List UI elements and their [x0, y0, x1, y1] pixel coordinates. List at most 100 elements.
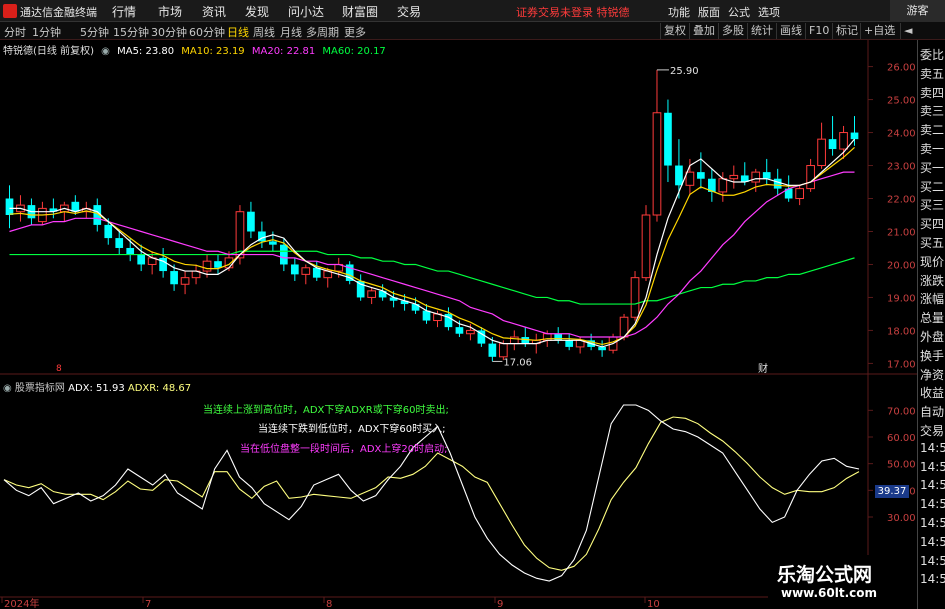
price-tick-label: 25.00: [887, 96, 916, 107]
side-panel-item: 净资: [920, 367, 945, 382]
stock-name: 特锐德(日线 前复权): [3, 46, 94, 57]
candle-body: [71, 201, 80, 212]
menu-layout[interactable]: 版面: [698, 4, 720, 20]
time-tick-label: 7: [145, 599, 151, 609]
indicator-note-sell: 当连续上涨到高位时，ADX下穿ADXR或下穿60时卖出;: [203, 405, 449, 416]
menu-trade[interactable]: 交易: [397, 3, 421, 20]
indicator-tick-label: 70.00: [887, 406, 916, 417]
multi-stock-button[interactable]: 多股: [718, 23, 747, 39]
price-tick-label: 22.00: [887, 195, 916, 206]
menu-options[interactable]: 选项: [758, 4, 780, 20]
candle-body: [697, 172, 705, 179]
price-tick-label: 24.00: [887, 129, 916, 140]
period-weekly[interactable]: 周线: [253, 24, 275, 40]
indicator-tick-label: 60.00: [887, 433, 916, 444]
period-daily[interactable]: 日线: [227, 24, 249, 40]
candle-body: [675, 165, 683, 186]
f10-button[interactable]: F10: [805, 23, 832, 39]
side-panel-item: 卖一: [920, 142, 945, 156]
side-panel-item: 14:5: [920, 572, 945, 587]
adx-current-tag: 39.37: [875, 485, 909, 498]
candle-body: [5, 198, 14, 215]
low-price-label: 17.06: [503, 357, 532, 368]
candle-body: [521, 337, 530, 344]
period-more[interactable]: 更多: [344, 24, 366, 40]
period-60min[interactable]: 60分钟: [189, 24, 225, 40]
menu-market[interactable]: 市场: [158, 3, 182, 20]
side-panel-item: 14:5: [920, 534, 945, 549]
candlestick-chart[interactable]: 26.00 25.00 24.00 23.00 22.00 21.00 20.00 19.00…: [0, 40, 917, 375]
ma-info-row: 特锐德(日线 前复权) ◉ MA5: 23.80 MA10: 23.19 MA2…: [3, 42, 390, 57]
add-watchlist-button[interactable]: +自选: [860, 23, 898, 39]
menu-formula[interactable]: 公式: [728, 4, 750, 20]
stats-button[interactable]: 统计: [747, 23, 776, 39]
candle-body: [685, 171, 695, 186]
indicator-note-buy: 当连续下跌到低位时，ADX下穿60时买入;: [258, 424, 446, 435]
time-tick-label: 9: [497, 599, 503, 609]
indicator-settings-icon[interactable]: ◉: [3, 383, 12, 394]
indicator-tick-label: 30.00: [887, 513, 916, 524]
period-15min[interactable]: 15分钟: [113, 24, 149, 40]
period-tick[interactable]: 分时: [4, 24, 26, 40]
candle-body: [652, 112, 662, 216]
candle-body: [850, 132, 859, 140]
period-monthly[interactable]: 月线: [280, 24, 302, 40]
side-panel-item: 换手: [920, 348, 945, 363]
side-panel-item: 卖二: [920, 123, 945, 138]
ma60-line: [9, 250, 855, 305]
side-panel-item: 14:5: [920, 459, 945, 474]
menu-assistant[interactable]: 问小达: [288, 3, 324, 20]
login-notice[interactable]: 证券交易未登录 特锐德: [516, 4, 630, 20]
candle-body: [664, 112, 672, 166]
price-tick-label: 26.00: [887, 63, 916, 74]
side-panel-item: 卖五: [920, 66, 945, 81]
settings-icon[interactable]: ◉: [101, 46, 110, 57]
mark-button[interactable]: 标记: [832, 23, 861, 39]
candle-body: [466, 329, 475, 335]
candle-body: [180, 277, 190, 285]
side-panel-item: 现价: [920, 254, 945, 269]
menu-wealth[interactable]: 财富圈: [342, 3, 378, 20]
candle-body: [301, 267, 311, 275]
watermark-url: www.60lt.com: [781, 586, 878, 600]
candle-body: [641, 214, 651, 279]
collapse-icon[interactable]: ◄: [900, 23, 915, 39]
candle-body: [214, 261, 222, 268]
side-panel-item: 14:5: [920, 516, 945, 530]
ma60-label: MA60: 20.17: [322, 46, 386, 57]
side-panel-item: 买五: [920, 236, 945, 250]
candle-body: [773, 178, 782, 189]
candle-body: [137, 254, 146, 265]
indicator-note-start: 当在低位盘整一段时间后，ADX上穿20时启动;: [240, 444, 448, 455]
overlay-button[interactable]: 叠加: [689, 23, 718, 39]
menu-function[interactable]: 功能: [668, 4, 690, 20]
side-panel-item: 涨幅: [920, 292, 945, 307]
guest-button[interactable]: 游客: [890, 0, 945, 22]
ma10-line: [9, 146, 855, 346]
side-panel-item: 买一: [920, 160, 945, 175]
side-panel-item: 买三: [920, 198, 945, 213]
candle-body: [817, 138, 826, 167]
candle-body: [762, 172, 771, 179]
period-multi[interactable]: 多周期: [306, 24, 339, 40]
side-panel-item: 总量: [920, 311, 945, 326]
candle-body: [806, 165, 815, 190]
menu-news[interactable]: 资讯: [202, 3, 226, 20]
candle-body: [312, 267, 321, 278]
adjust-button[interactable]: 复权: [660, 23, 689, 39]
candle-body: [795, 188, 804, 200]
side-panel-item: 14:5: [920, 497, 945, 512]
menu-discover[interactable]: 发现: [245, 3, 269, 20]
menu-quotes[interactable]: 行情: [112, 3, 136, 20]
period-5min[interactable]: 5分钟: [80, 24, 109, 40]
period-1min[interactable]: 1分钟: [32, 24, 61, 40]
side-panel-item: 卖四: [920, 85, 945, 100]
draw-line-button[interactable]: 画线: [776, 23, 805, 39]
side-panel-item: 自动: [920, 405, 945, 420]
side-panel-item: 买二: [920, 179, 945, 194]
side-panel-item: 交易: [920, 424, 945, 438]
period-30min[interactable]: 30分钟: [151, 24, 187, 40]
candle-body: [718, 178, 728, 193]
side-panel-item: 14:5: [920, 440, 945, 455]
side-panel-item: 收益: [920, 386, 945, 401]
